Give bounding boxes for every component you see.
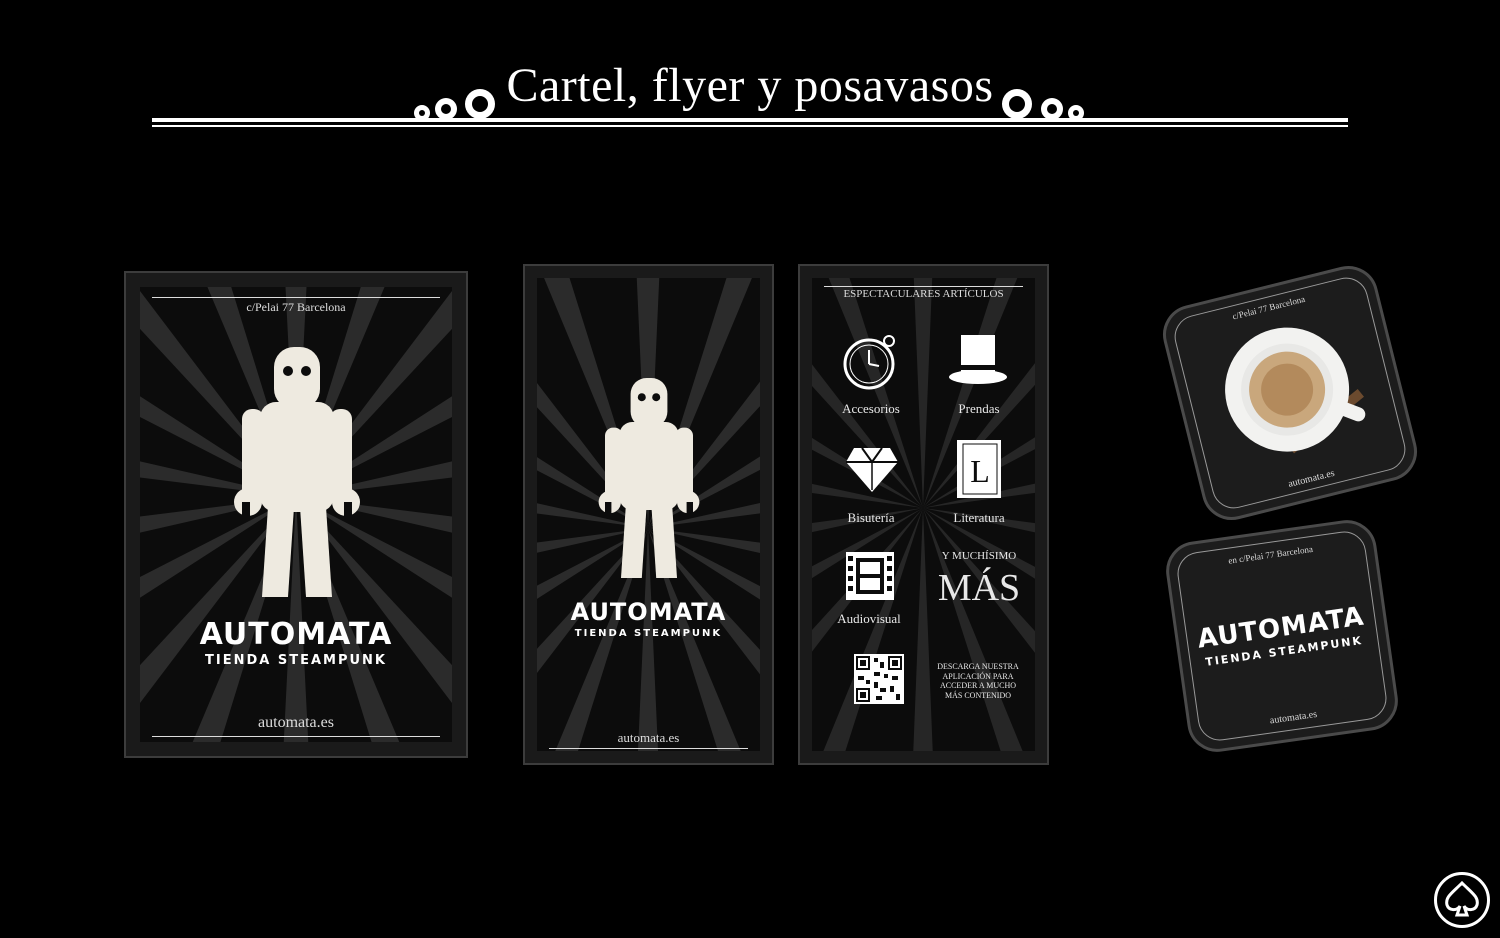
title-rule-thick	[152, 118, 1348, 122]
gears-right-icon	[1002, 89, 1084, 121]
page-title: Cartel, flyer y posavasos	[506, 59, 994, 112]
flyer-back-inner: ESPECTACULARES ARTÍCULOS Accesorios Pren…	[812, 278, 1035, 751]
category-label-bisuteria: Bisutería	[847, 510, 895, 525]
flyer-front: AUTOMATA TIENDA STEAMPUNK automata.es	[523, 264, 774, 765]
download-line: APLICACIÓN PARA	[942, 671, 1014, 681]
poster-url[interactable]: automata.es	[140, 714, 452, 732]
more-big-text: MÁS	[937, 567, 1021, 609]
coaster-brand: en c/Pelai 77 Barcelona AUTOMATA TIENDA …	[1162, 516, 1402, 756]
diamond-icon	[846, 447, 898, 492]
category-label-prendas: Prendas	[958, 401, 1000, 416]
flyer-back-heading: ESPECTACULARES ARTÍCULOS	[843, 288, 1004, 300]
book-icon: L	[957, 440, 1001, 498]
top-hat-icon	[949, 335, 1007, 384]
category-label-audiovisual: Audiovisual	[837, 611, 901, 626]
download-text: DESCARGA NUESTRA APLICACIÓN PARA ACCEDER…	[930, 662, 1026, 700]
film-strip-icon	[846, 552, 894, 600]
download-line: ACCEDER A MUCHO	[939, 681, 1016, 690]
robot-icon	[234, 347, 360, 597]
flyer-brand: AUTOMATA	[570, 598, 727, 626]
poster-address: c/Pelai 77 Barcelona	[246, 300, 346, 314]
title-rule-thin	[152, 125, 1348, 127]
poster-brand: AUTOMATA	[199, 617, 393, 652]
pocket-watch-icon	[843, 335, 895, 390]
spade-nav-icon[interactable]	[1434, 872, 1490, 928]
flyer-back: ESPECTACULARES ARTÍCULOS Accesorios Pren…	[798, 264, 1049, 765]
coaster-coffee: c/Pelai 77 Barcelona automata.es	[1156, 259, 1424, 527]
poster-subtitle: TIENDA STEAMPUNK	[205, 653, 387, 668]
more-small-text: Y MUCHÍSIMO	[941, 550, 1017, 562]
robot-icon	[598, 378, 700, 578]
page-header: Cartel, flyer y posavasos	[150, 55, 1350, 135]
download-line: DESCARGA NUESTRA	[937, 662, 1019, 671]
svg-text:L: L	[970, 453, 990, 489]
flyer-front-inner: AUTOMATA TIENDA STEAMPUNK automata.es	[537, 278, 760, 751]
flyer-url[interactable]: automata.es	[537, 730, 760, 746]
qr-code-icon[interactable]	[854, 654, 904, 704]
download-line: MÁS CONTENIDO	[945, 690, 1011, 700]
poster-inner: c/Pelai 77 Barcelona AUTOMATA TIENDA STE…	[140, 287, 452, 742]
category-label-accesorios: Accesorios	[842, 401, 900, 416]
poster: c/Pelai 77 Barcelona AUTOMATA TIENDA STE…	[124, 271, 468, 758]
flyer-subtitle: TIENDA STEAMPUNK	[574, 628, 723, 639]
category-label-literatura: Literatura	[953, 510, 1005, 525]
gears-left-icon	[414, 89, 495, 121]
